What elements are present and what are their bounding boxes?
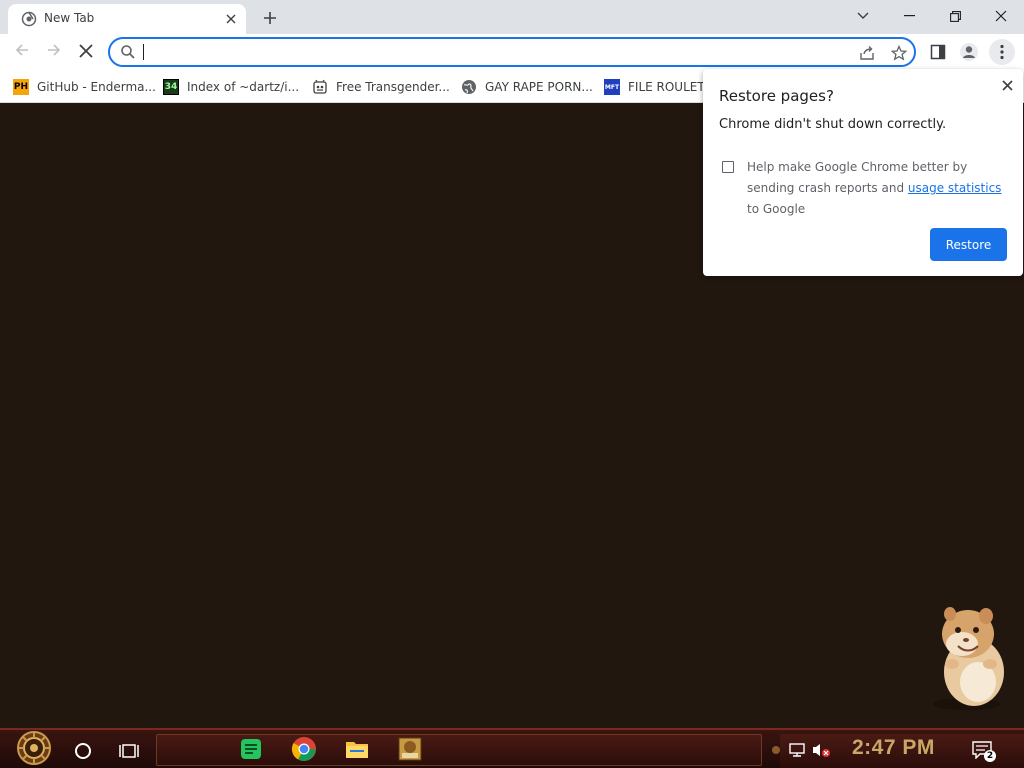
notification-count-badge: 2 [984,750,996,762]
bookmark-item[interactable]: PH GitHub - Enderma... [13,77,156,97]
search-icon [120,44,136,60]
taskbar-game-app-icon[interactable] [395,734,425,764]
tab-close-icon[interactable] [222,10,240,28]
chrome-menu-icon[interactable] [989,39,1015,65]
bookmark-label: Index of ~dartz/i... [187,80,300,94]
help-text-after: to Google [747,202,806,216]
restore-window-icon[interactable] [932,0,978,32]
crash-reports-checkbox[interactable] [722,161,734,173]
bookmark-label: GAY RAPE PORN... [485,80,593,94]
start-button[interactable] [8,730,60,768]
dialog-message: Chrome didn't shut down correctly. [719,117,947,132]
share-icon[interactable] [858,44,876,62]
bookmark-item[interactable]: Free Transgender... [312,77,450,97]
new-tab-button[interactable] [258,6,282,30]
volume-muted-icon[interactable] [811,740,831,760]
bookmark-star-icon[interactable] [890,44,908,62]
network-icon[interactable] [787,740,807,760]
tab-search-chevron-down-icon[interactable] [840,0,886,32]
forward-button[interactable] [40,38,68,66]
bookmark-label: GitHub - Enderma... [37,80,156,94]
task-view-icon[interactable] [116,738,142,764]
bookmark-label: Free Transgender... [336,80,450,94]
profile-avatar-icon[interactable] [957,40,981,64]
bookmark-favicon-icon: MFT [604,79,620,95]
bookmark-favicon-icon: PH [13,79,29,95]
bookmark-favicon-icon: 34 [163,79,179,95]
windows-taskbar: 2:47 PM 2 [0,728,1024,768]
restore-pages-dialog: Restore pages? Chrome didn't shut down c… [703,69,1023,276]
taskbar-file-explorer-icon[interactable] [342,734,372,764]
bookmark-item[interactable]: 34 Index of ~dartz/i... [163,77,299,97]
globe-icon [461,79,477,95]
tray-overflow-icon[interactable] [766,740,786,760]
taskbar-chrome-icon[interactable] [289,734,319,764]
back-button[interactable] [8,38,36,66]
stop-loading-button[interactable] [72,38,100,66]
close-window-icon[interactable] [978,0,1024,32]
tab-strip: New Tab [0,0,1024,34]
tab-new-tab[interactable]: New Tab [8,4,246,34]
dialog-title: Restore pages? [719,87,834,105]
search-cortana-icon[interactable] [70,738,96,764]
steampunk-gear-start-icon [16,730,52,768]
bookmark-item[interactable]: GAY RAPE PORN... [461,77,593,97]
crash-reports-label: Help make Google Chrome better by sendin… [747,157,1009,220]
browser-toolbar [0,34,1024,71]
minimize-icon[interactable] [886,0,932,32]
close-icon [79,43,93,62]
bookmark-favicon-icon [312,79,328,95]
taskbar-clock[interactable]: 2:47 PM [852,736,935,760]
restore-button[interactable]: Restore [930,228,1007,261]
hamster-mascot-image [922,600,1012,712]
usage-statistics-link[interactable]: usage statistics [908,181,1002,195]
taskbar-notes-app-icon[interactable] [236,734,266,764]
arrow-right-icon [46,42,62,62]
address-input[interactable] [142,42,842,62]
close-icon[interactable] [999,77,1015,93]
address-bar[interactable] [108,37,916,67]
chrome-newtab-icon [21,11,37,27]
bookmark-label: FILE ROULET [628,80,705,94]
text-caret [143,44,144,60]
bookmark-item[interactable]: MFT FILE ROULET [604,77,705,97]
tab-title: New Tab [44,11,95,25]
side-panel-icon[interactable] [926,40,950,64]
arrow-left-icon [14,42,30,62]
